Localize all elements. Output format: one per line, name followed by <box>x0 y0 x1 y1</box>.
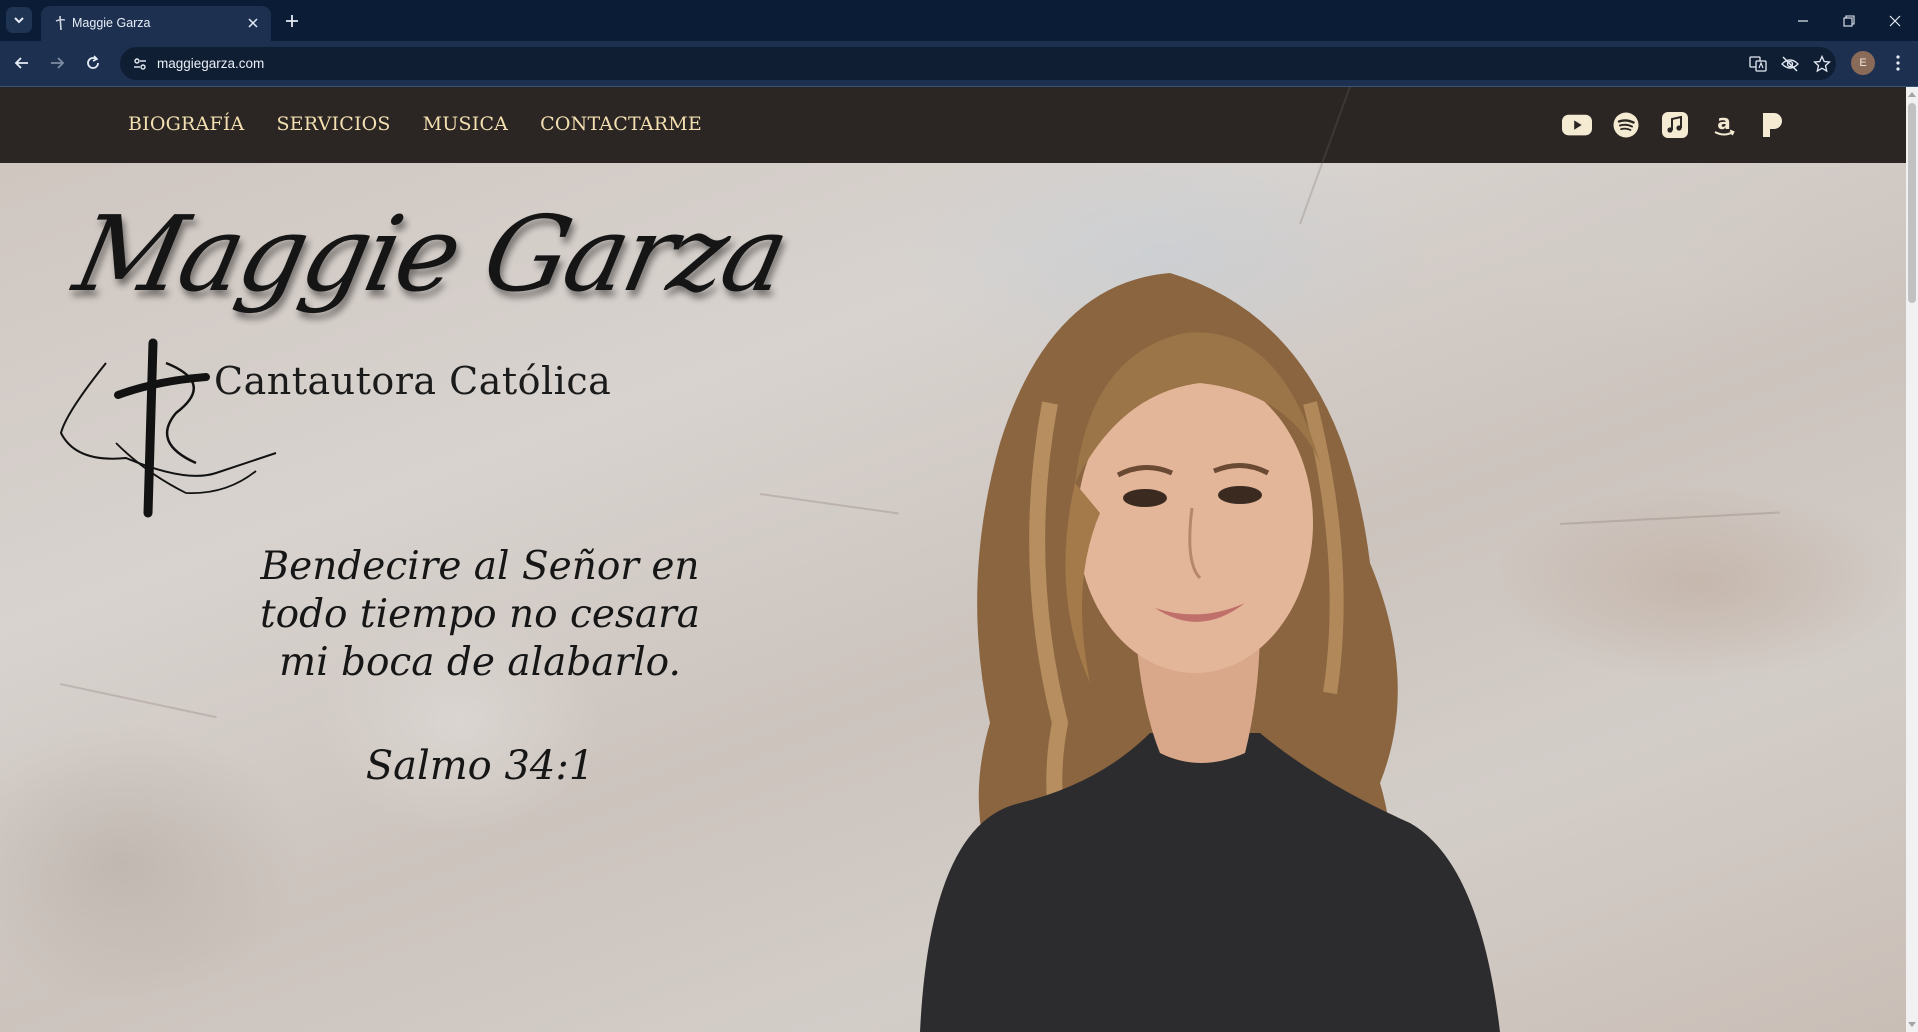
psalm-reference: Salmo 34:1 <box>365 743 595 789</box>
pandora-icon <box>1763 113 1782 137</box>
bookmark-button[interactable] <box>1811 53 1833 75</box>
forward-button[interactable] <box>45 51 69 75</box>
site-header: BIOGRAFÍA SERVICIOS MUSICA CONTACTARME a <box>0 87 1906 163</box>
profile-avatar[interactable]: E <box>1851 51 1875 75</box>
main-nav: BIOGRAFÍA SERVICIOS MUSICA CONTACTARME <box>128 113 702 135</box>
scrollbar-thumb[interactable] <box>1908 103 1916 303</box>
tab-search-button[interactable] <box>6 7 32 33</box>
restore-button[interactable] <box>1826 0 1872 41</box>
browser-tab-bar: Maggie Garza <box>0 0 1918 41</box>
tracking-protection-button[interactable] <box>1779 53 1801 75</box>
artist-portrait <box>920 273 1500 1032</box>
nav-contactarme[interactable]: CONTACTARME <box>540 113 702 135</box>
star-icon <box>1813 55 1831 73</box>
psalm-verse: Bendecire al Señor en todo tiempo no ces… <box>259 544 701 685</box>
window-controls <box>1780 0 1918 41</box>
scroll-up-button[interactable] <box>1906 87 1918 101</box>
url-text[interactable]: maggiegarza.com <box>157 56 264 71</box>
tune-icon <box>134 58 146 70</box>
page-scrollbar[interactable] <box>1906 87 1918 1032</box>
artist-subtitle: Cantautora Católica <box>214 359 612 403</box>
hero-section: Maggie Garza Cantautora Católica Bendeci… <box>0 87 1906 1032</box>
browser-toolbar: maggiegarza.com E <box>0 41 1918 86</box>
apple-music-icon <box>1662 112 1688 138</box>
translate-button[interactable] <box>1747 53 1769 75</box>
browser-menu-button[interactable] <box>1886 51 1910 75</box>
nav-servicios[interactable]: SERVICIOS <box>276 113 390 135</box>
minimize-button[interactable] <box>1780 0 1826 41</box>
nav-musica[interactable]: MUSICA <box>423 113 508 135</box>
minimize-icon <box>1798 19 1808 22</box>
webpage: BIOGRAFÍA SERVICIOS MUSICA CONTACTARME a <box>0 87 1918 1032</box>
back-button[interactable] <box>10 51 34 75</box>
spotify-link[interactable] <box>1611 110 1641 140</box>
close-window-button[interactable] <box>1872 0 1918 41</box>
eye-slash-icon <box>1781 56 1799 72</box>
cross-logo-icon <box>59 338 277 518</box>
reload-icon <box>87 55 99 69</box>
amazon-link[interactable]: a <box>1709 110 1739 140</box>
wall-texture <box>1559 511 1780 525</box>
wall-texture <box>59 683 217 719</box>
pandora-link[interactable] <box>1758 110 1788 140</box>
site-info-button[interactable] <box>128 52 152 76</box>
plus-icon <box>286 15 298 27</box>
restore-icon <box>1843 14 1855 27</box>
youtube-link[interactable] <box>1562 110 1592 140</box>
reload-button[interactable] <box>81 51 105 75</box>
address-bar[interactable]: maggiegarza.com <box>120 47 1836 80</box>
new-tab-button[interactable] <box>281 10 303 32</box>
spotify-icon <box>1613 112 1639 138</box>
arrow-right-icon <box>51 57 65 69</box>
tab-close-button[interactable] <box>245 15 261 31</box>
apple-music-link[interactable] <box>1660 110 1690 140</box>
browser-tab[interactable]: Maggie Garza <box>41 6 271 41</box>
amazon-icon: a <box>1714 112 1735 136</box>
translate-icon <box>1749 56 1767 72</box>
arrow-left-icon <box>14 57 28 69</box>
more-vertical-icon <box>1896 55 1900 71</box>
cross-logo-icon <box>55 15 66 31</box>
close-icon <box>1889 15 1901 26</box>
svg-text:a: a <box>1717 112 1731 134</box>
artist-name-logo: Maggie Garza <box>65 193 797 315</box>
caret-down-icon <box>1908 1022 1916 1027</box>
social-links: a <box>1562 110 1788 140</box>
tab-title: Maggie Garza <box>72 16 151 30</box>
scroll-down-button[interactable] <box>1906 1018 1918 1032</box>
close-icon <box>248 18 258 28</box>
wall-texture <box>759 493 899 515</box>
youtube-icon <box>1562 114 1592 136</box>
caret-up-icon <box>1908 92 1916 97</box>
chevron-down-icon <box>14 17 24 24</box>
nav-biografia[interactable]: BIOGRAFÍA <box>128 113 244 135</box>
